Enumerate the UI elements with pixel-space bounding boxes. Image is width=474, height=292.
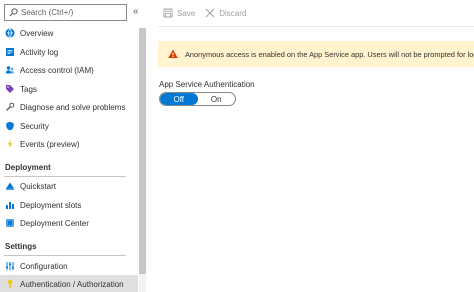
lightning-icon (5, 139, 15, 149)
sidebar-item-label: Configuration (20, 261, 68, 271)
sidebar-item-deployment-center[interactable]: Deployment Center (0, 214, 138, 232)
toggle-off-option[interactable]: Off (160, 93, 198, 105)
people-icon (5, 65, 15, 75)
warning-icon (168, 49, 178, 59)
sidebar-item-label: Diagnose and solve problems (20, 102, 126, 112)
sidebar-item-quickstart[interactable]: Quickstart (0, 177, 138, 195)
sidebar-item-label: Deployment Center (20, 218, 89, 228)
save-icon (163, 8, 173, 18)
key-icon (5, 279, 15, 289)
sidebar-item-label: Authentication / Authorization (20, 279, 124, 289)
warning-banner: Anonymous access is enabled on the App S… (158, 41, 474, 67)
search-placeholder: Search (Ctrl+/) (21, 8, 74, 17)
sidebar-scrollbar-thumb[interactable] (139, 28, 146, 274)
sidebar-item-label: Overview (20, 28, 54, 38)
activity-log-icon (5, 47, 15, 57)
section-divider (4, 255, 126, 256)
sidebar-item-label: Events (preview) (20, 139, 80, 149)
app-service-authentication-label: App Service Authentication (159, 80, 255, 89)
wrench-icon (5, 102, 15, 112)
sidebar-item-activity-log[interactable]: Activity log (0, 43, 138, 61)
section-title-deployment: Deployment (5, 163, 51, 172)
sidebar-item-overview[interactable]: Overview (0, 24, 138, 42)
search-icon (9, 8, 18, 17)
sidebar: Search (Ctrl+/) « Overview Activity log … (0, 0, 147, 292)
sliders-icon (5, 261, 15, 271)
sidebar-item-access-control[interactable]: Access control (IAM) (0, 61, 138, 79)
toolbar-divider (158, 26, 474, 27)
collapse-sidebar-button[interactable]: « (133, 6, 143, 18)
sidebar-item-events[interactable]: Events (preview) (0, 135, 138, 153)
sidebar-item-label: Quickstart (20, 181, 57, 191)
deployment-center-icon (5, 218, 15, 228)
authentication-toggle[interactable]: Off On (159, 92, 236, 106)
sidebar-item-diagnose[interactable]: Diagnose and solve problems (0, 98, 138, 116)
sidebar-item-label: Security (20, 121, 49, 131)
sidebar-item-configuration[interactable]: Configuration (0, 257, 138, 275)
main-content: Save Discard Anonymous access is enabled… (150, 0, 474, 292)
toggle-on-option[interactable]: On (198, 93, 236, 105)
sidebar-item-authentication[interactable]: Authentication / Authorization (0, 275, 138, 292)
sidebar-item-deployment-slots[interactable]: Deployment slots (0, 196, 138, 214)
save-button[interactable]: Save (163, 8, 195, 18)
quickstart-icon (5, 181, 15, 191)
save-label: Save (177, 8, 196, 18)
sidebar-item-tags[interactable]: Tags (0, 80, 138, 98)
sidebar-item-label: Activity log (20, 47, 59, 57)
app-service-globe-icon (5, 28, 15, 38)
bar-chart-icon (5, 200, 15, 210)
tag-icon (5, 84, 15, 94)
warning-text: Anonymous access is enabled on the App S… (185, 49, 474, 59)
section-title-settings: Settings (5, 242, 37, 251)
toolbar: Save Discard (150, 0, 474, 26)
shield-icon (5, 121, 15, 131)
sidebar-item-label: Access control (IAM) (20, 65, 94, 75)
discard-button[interactable]: Discard (205, 8, 246, 18)
close-icon (205, 8, 215, 18)
search-input[interactable]: Search (Ctrl+/) (4, 4, 127, 21)
discard-label: Discard (219, 8, 247, 18)
sidebar-item-label: Deployment slots (20, 200, 82, 210)
sidebar-item-label: Tags (20, 84, 37, 94)
sidebar-item-security[interactable]: Security (0, 117, 138, 135)
